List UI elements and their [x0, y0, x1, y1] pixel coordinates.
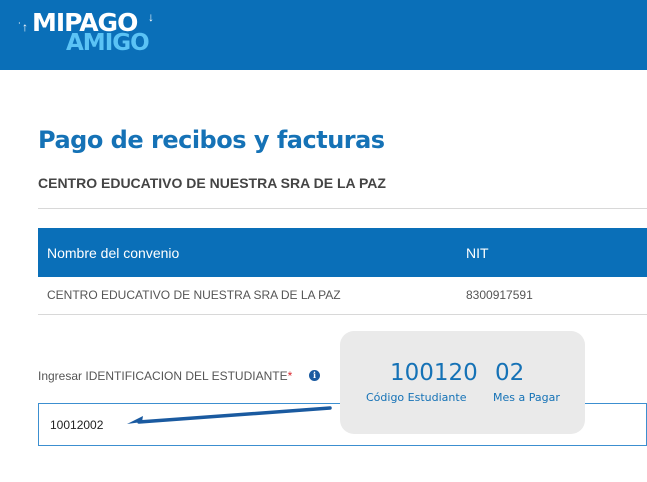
- logo-dots-icon: ˙↑: [18, 20, 28, 34]
- id-format-tooltip: 100120 Código Estudiante 02 Mes a Pagar: [340, 331, 585, 434]
- logo-text-bottom: AMIGO: [66, 30, 150, 56]
- mipago-amigo-logo[interactable]: ˙↑ MIPAGO ↓ AMIGO: [18, 8, 168, 58]
- student-code-value: 100120: [390, 360, 478, 386]
- month-value: 02: [495, 360, 525, 386]
- pointer-arrow-icon: [127, 406, 332, 424]
- table-row: CENTRO EDUCATIVO DE NUESTRA SRA DE LA PA…: [38, 277, 647, 315]
- month-caption: Mes a Pagar: [493, 391, 560, 404]
- student-id-label: Ingresar IDENTIFICACION DEL ESTUDIANTE*: [38, 369, 292, 383]
- table-header: Nombre del convenio NIT: [38, 228, 647, 277]
- cell-convenio: CENTRO EDUCATIVO DE NUESTRA SRA DE LA PA…: [47, 288, 341, 302]
- header-bar: ˙↑ MIPAGO ↓ AMIGO: [0, 0, 647, 70]
- column-header-convenio: Nombre del convenio: [47, 245, 180, 261]
- divider: [38, 208, 647, 209]
- cell-nit: 8300917591: [466, 288, 533, 302]
- logo-arrow-icon: ↓: [148, 10, 154, 24]
- required-mark: *: [287, 369, 293, 383]
- info-icon[interactable]: i: [309, 370, 320, 381]
- page-subtitle: CENTRO EDUCATIVO DE NUESTRA SRA DE LA PA…: [38, 175, 386, 191]
- student-id-label-text: Ingresar IDENTIFICACION DEL ESTUDIANTE: [38, 369, 288, 383]
- column-header-nit: NIT: [466, 245, 489, 261]
- page-title: Pago de recibos y facturas: [38, 126, 385, 154]
- student-code-caption: Código Estudiante: [366, 391, 467, 404]
